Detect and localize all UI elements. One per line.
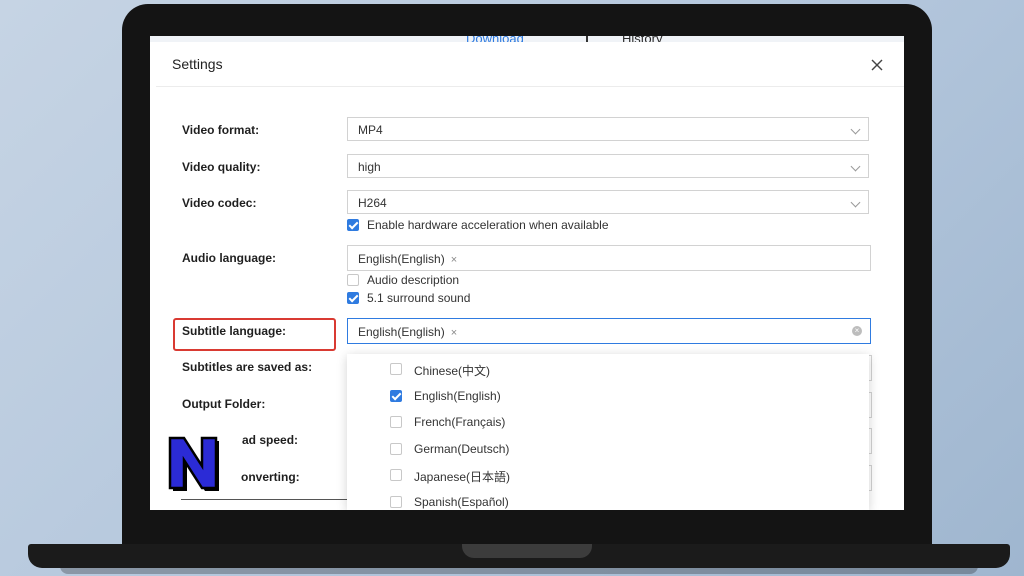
option-label: French(Français) <box>414 415 506 429</box>
close-icon[interactable] <box>866 54 888 76</box>
checkbox-icon <box>390 443 402 455</box>
download-speed-label: ad speed: <box>242 433 299 447</box>
video-format-select[interactable]: MP4 <box>347 117 869 141</box>
option-label: English(English) <box>414 389 501 403</box>
option-label: Chinese(中文) <box>414 364 491 378</box>
option-label: Spanish(Español) <box>414 495 509 509</box>
dropdown-option-spanish[interactable]: Spanish(Español) <box>347 489 869 510</box>
tag-text: English(English) <box>358 325 445 339</box>
tag-text: English(English) <box>358 252 445 266</box>
checkbox-icon <box>390 496 402 508</box>
chevron-down-icon <box>850 197 861 208</box>
subtitle-language-dropdown: Chinese(中文) English(English) French(Fran… <box>347 354 869 510</box>
checkbox-icon <box>347 292 359 304</box>
checkbox-icon <box>347 274 359 286</box>
subtitle-language-input[interactable]: English(English) × × <box>347 318 871 344</box>
tag-remove-icon[interactable]: × <box>451 254 457 266</box>
audio-language-tag: English(English) × <box>358 252 457 266</box>
dropdown-option-japanese[interactable]: Japanese(日本語) <box>347 462 869 488</box>
option-label: Japanese(日本語) <box>414 470 511 484</box>
option-label: German(Deutsch) <box>414 442 510 456</box>
subtitles-saved-as-label: Subtitles are saved as: <box>182 360 313 374</box>
dialog-title: Settings <box>172 56 223 72</box>
checkbox-icon <box>390 469 402 481</box>
video-format-label: Video format: <box>182 123 260 137</box>
dropdown-option-french[interactable]: French(Français) <box>347 409 869 435</box>
audio-description-label: Audio description <box>367 273 460 287</box>
surround-sound-label: 5.1 surround sound <box>367 291 471 305</box>
checkbox-icon <box>347 219 359 231</box>
video-quality-value: high <box>358 160 381 174</box>
settings-dialog: Settings Video format: MP4 Video quality… <box>150 42 904 510</box>
app-screen: Download History Settings Video format: … <box>150 36 904 510</box>
tag-remove-icon[interactable]: × <box>451 327 457 339</box>
hardware-acceleration-label: Enable hardware acceleration when availa… <box>367 218 609 232</box>
audio-language-input[interactable]: English(English) × <box>347 245 871 271</box>
subtitle-language-label: Subtitle language: <box>182 324 287 338</box>
output-folder-label: Output Folder: <box>182 397 266 411</box>
after-converting-label: onverting: <box>241 470 300 484</box>
dropdown-option-german[interactable]: German(Deutsch) <box>347 436 869 462</box>
divider-line <box>181 499 349 500</box>
dropdown-option-chinese[interactable]: Chinese(中文) <box>347 356 869 382</box>
checkbox-icon <box>390 363 402 375</box>
video-codec-select[interactable]: H264 <box>347 190 869 214</box>
chevron-down-icon <box>850 161 861 172</box>
checkbox-icon <box>390 390 402 402</box>
video-format-value: MP4 <box>358 123 383 137</box>
video-quality-label: Video quality: <box>182 160 261 174</box>
chevron-down-icon <box>850 124 861 135</box>
audio-language-label: Audio language: <box>182 251 276 265</box>
subtitle-language-tag: English(English) × <box>358 325 457 339</box>
video-quality-select[interactable]: high <box>347 154 869 178</box>
video-codec-value: H264 <box>358 196 387 210</box>
laptop-notch <box>462 544 592 558</box>
n-logo-icon <box>168 436 219 491</box>
header-divider <box>156 86 904 87</box>
video-codec-label: Video codec: <box>182 196 257 210</box>
checkbox-icon <box>390 416 402 428</box>
clear-icon[interactable]: × <box>852 326 862 336</box>
dropdown-option-english[interactable]: English(English) <box>347 383 869 409</box>
